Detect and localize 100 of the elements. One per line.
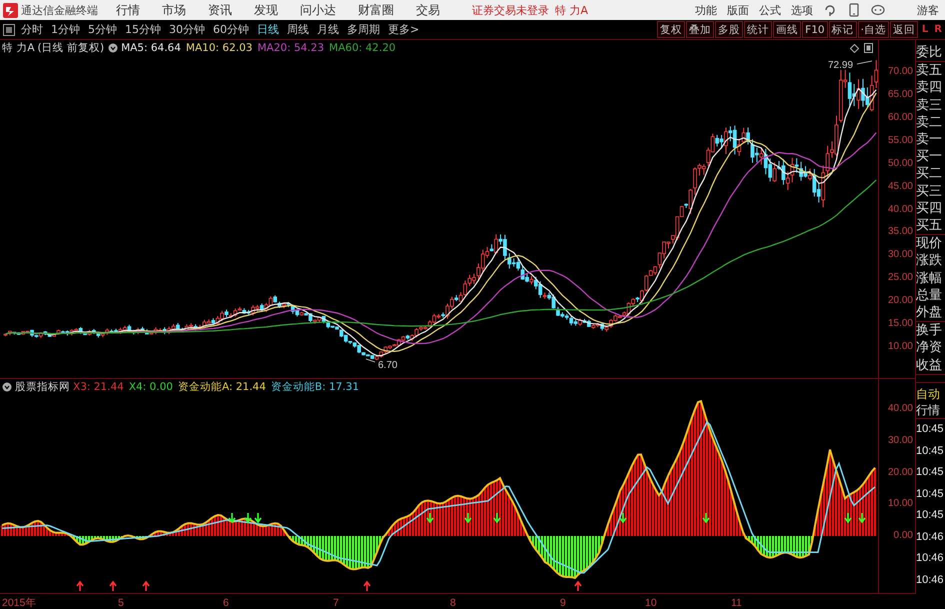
quote-field-label: 外盘 (916, 304, 943, 322)
menu-item[interactable]: 功能 (695, 2, 717, 18)
menu-item[interactable]: 交易 (416, 2, 440, 18)
chart-tool-button[interactable]: 复权 (657, 21, 686, 38)
quote-field-label: 换手 (916, 322, 943, 340)
down-arrow-icon (702, 512, 710, 524)
indicator-axis-label: 20.00 (888, 466, 914, 480)
left-toggle[interactable]: L (922, 24, 928, 35)
chart-tool-button[interactable]: F10 (802, 21, 828, 38)
period-tab[interactable]: 周线 (287, 22, 309, 37)
price-axis-label: 70.00 (888, 65, 914, 79)
menu-item[interactable]: 版面 (727, 2, 749, 18)
down-arrow-icon (464, 512, 472, 524)
price-axis-label: 65.00 (888, 88, 914, 102)
quote-field-label: 卖四 (916, 79, 943, 97)
price-axis-label: 40.00 (888, 202, 914, 217)
period-tab[interactable]: 多周期 (347, 22, 380, 37)
price-axis-label: 10.00 (888, 340, 914, 354)
diamond-icon[interactable] (850, 44, 859, 52)
up-arrow-icon (142, 580, 150, 592)
menu-item[interactable]: 发现 (254, 2, 278, 18)
panel-toggle-icon[interactable] (3, 24, 15, 36)
chart-mode: (日线 前复权) (38, 41, 104, 55)
settings-icon[interactable] (108, 43, 118, 53)
phone-icon[interactable] (849, 3, 859, 17)
message-icon[interactable] (871, 4, 885, 16)
app-title: 通达信金融终端 (21, 2, 98, 18)
down-arrow-icon (619, 512, 627, 524)
time-axis-label: 11 (731, 597, 742, 609)
down-arrow-icon (426, 512, 434, 524)
period-tab[interactable]: 30分钟 (169, 22, 205, 37)
price-axis-label: 45.00 (888, 180, 914, 194)
period-tab[interactable]: 日线 (257, 22, 279, 37)
settings-icon[interactable] (2, 382, 12, 392)
indicator-legend-label: X4: 0.00 (128, 381, 173, 393)
quote-field-label: 买三 (916, 182, 943, 200)
time-axis-label: 7 (333, 597, 339, 609)
quote-field-label: 卖二 (916, 114, 943, 132)
quote-field-label: 卖一 (916, 131, 943, 148)
menu-item[interactable]: 公式 (759, 2, 781, 18)
quote-field-label: 净资 (916, 339, 943, 357)
down-arrow-icon (858, 512, 866, 524)
price-axis-label: 35.00 (888, 225, 914, 240)
up-arrow-icon (109, 580, 117, 592)
chart-tool-button[interactable]: ·自选 (858, 21, 889, 38)
quote-field-label: 买二 (916, 165, 943, 183)
down-arrow-icon (254, 512, 262, 524)
up-arrow-icon (574, 580, 582, 592)
indicator-axis-label: 40.00 (888, 402, 914, 416)
chart-tool-button[interactable]: 画线 (773, 21, 802, 38)
up-arrow-icon (76, 580, 84, 592)
period-tab[interactable]: 15分钟 (125, 22, 161, 37)
quote-field-label: 卖五 (916, 62, 943, 80)
price-axis-label: 15.00 (888, 317, 914, 332)
menu-item[interactable]: 选项 (791, 2, 813, 18)
chart-tool-button[interactable]: 叠加 (686, 21, 714, 38)
quote-field-label: 总量 (916, 286, 943, 304)
right-toggle[interactable]: R (934, 24, 942, 35)
time-axis-label: 6 (223, 597, 229, 609)
period-tab[interactable]: 更多> (388, 22, 420, 37)
price-axis-label: 55.00 (888, 134, 914, 148)
period-tab[interactable]: 1分钟 (51, 22, 80, 37)
quote-field-label: 委比 (916, 44, 943, 62)
indicator-legend-label: 资金动能A: 21.44 (178, 380, 266, 394)
indicator-legend-label: X3: 21.44 (73, 381, 124, 393)
tick-time: 10:46 (916, 551, 945, 566)
menu-item[interactable]: 市场 (162, 2, 186, 18)
moving-average-label: MA60: 42.20 (329, 42, 396, 54)
time-axis-label: 10 (645, 597, 657, 609)
user-name[interactable]: 游客 (917, 2, 939, 18)
period-tab[interactable]: 5分钟 (88, 22, 117, 37)
menu-item[interactable]: 问小达 (300, 2, 336, 18)
moving-average-label: MA20: 54.23 (257, 42, 324, 54)
document-icon[interactable] (864, 43, 873, 53)
menu-item[interactable]: 资讯 (208, 2, 232, 18)
quote-field-label: 买四 (916, 200, 943, 218)
tick-panel-title[interactable]: 自动 (916, 386, 945, 402)
period-tab[interactable]: 月线 (317, 22, 339, 37)
tick-time: 10:45 (916, 486, 945, 502)
refresh-icon[interactable] (823, 3, 837, 17)
moving-average-label: MA10: 62.03 (186, 42, 252, 54)
chart-tool-button[interactable]: 多股 (715, 21, 744, 38)
price-axis-label: 25.00 (888, 271, 914, 286)
tick-time: 10:45 (916, 465, 945, 480)
period-tab[interactable]: 分时 (21, 22, 43, 37)
chart-tool-button[interactable]: 返回 (890, 21, 918, 38)
period-tab[interactable]: 60分钟 (213, 22, 249, 37)
tick-time: 10:46 (916, 530, 945, 544)
tick-time: 10:45 (916, 422, 945, 437)
time-axis-label: 5 (118, 597, 124, 609)
time-axis-label: 2015年 (2, 597, 36, 609)
indicator-title: 股票指标网 (15, 380, 70, 394)
chart-tool-button[interactable]: 标记 (828, 21, 857, 38)
menu-item[interactable]: 财富圈 (358, 2, 394, 18)
time-axis-label: 8 (450, 597, 456, 609)
quote-field-label: 买一 (916, 148, 943, 166)
login-status: 证券交易未登录 (472, 2, 549, 18)
chart-tool-button[interactable]: 统计 (744, 21, 772, 38)
stock-title: 特 力A (2, 41, 35, 55)
menu-item[interactable]: 行情 (116, 2, 140, 18)
